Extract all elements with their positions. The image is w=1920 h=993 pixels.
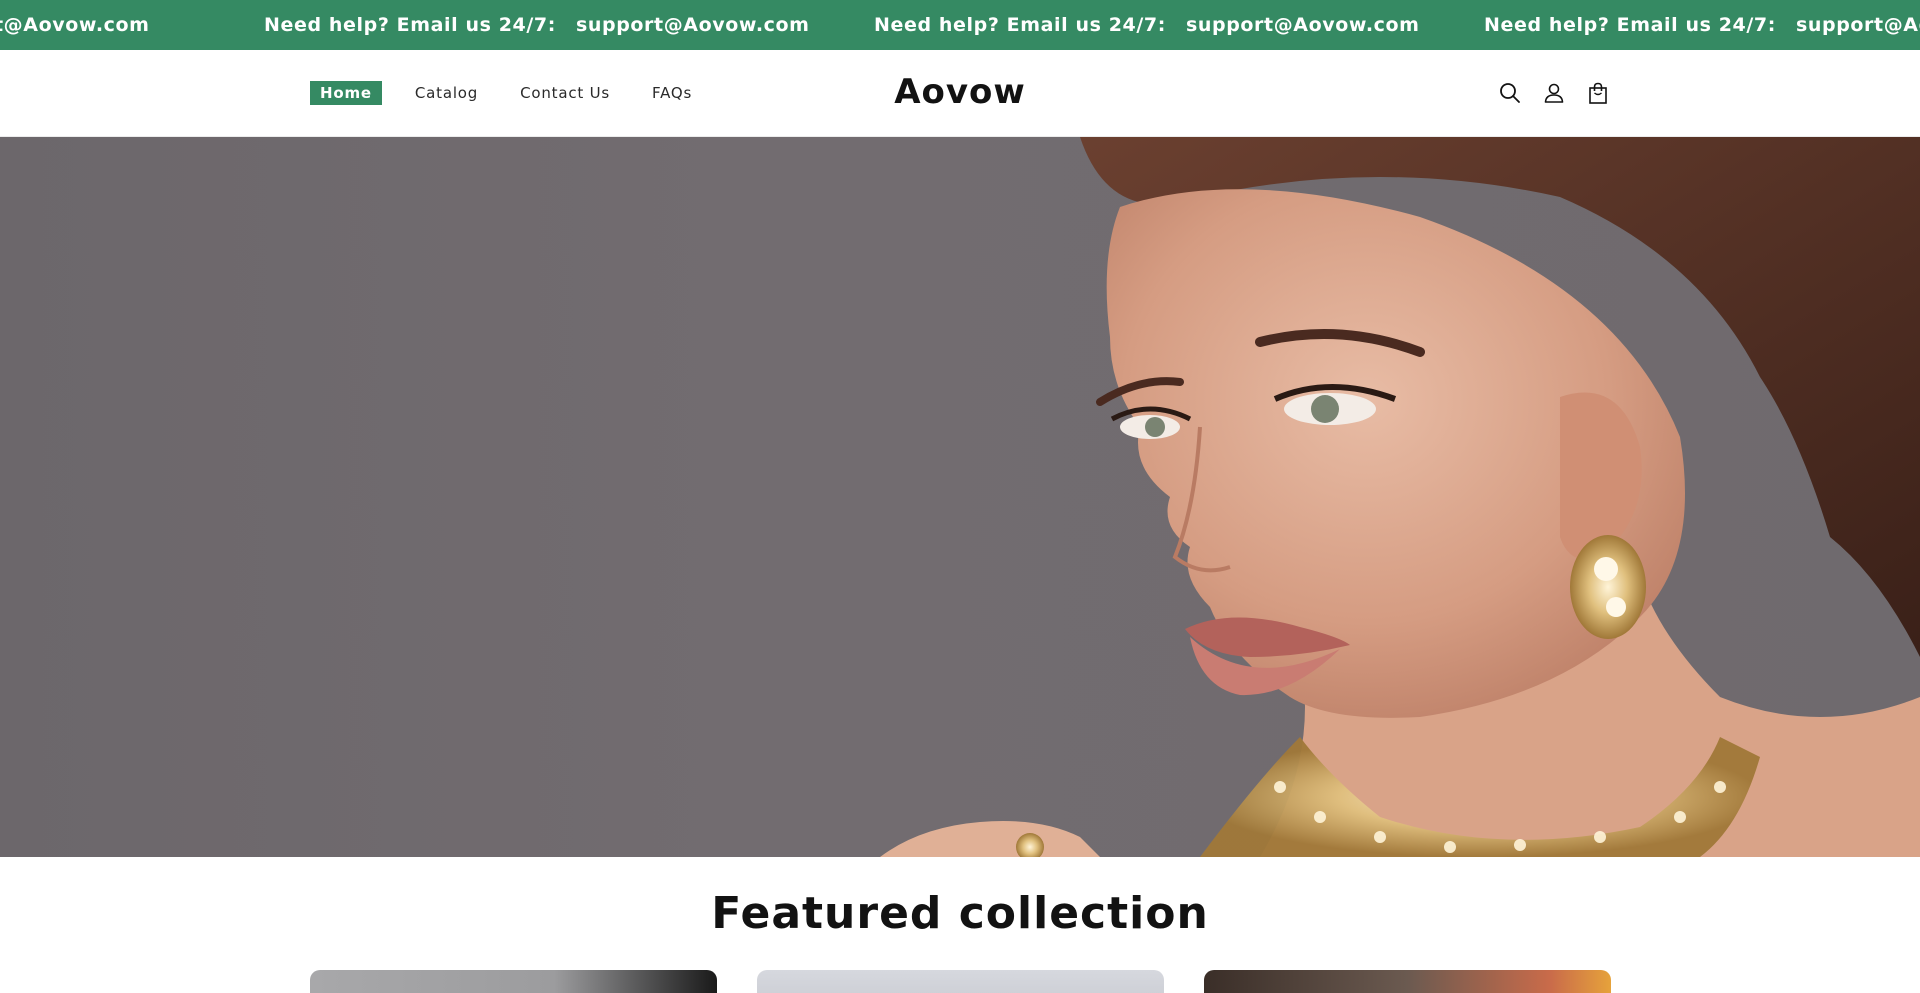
announcement-email-fragment[interactable]: t@Aovow.com — [0, 14, 150, 36]
announcement-lead: Need help? Email us 24/7: — [874, 14, 1166, 36]
nav-item-contact-us[interactable]: Contact Us — [511, 81, 619, 105]
announcement-lead: Need help? Email us 24/7: — [1484, 14, 1776, 36]
announcement-email-link[interactable]: support@Aovow.com — [1796, 14, 1920, 36]
hero-image — [880, 137, 1920, 857]
featured-collection-grid — [310, 970, 1651, 993]
announcement-email-link[interactable]: support@Aovow.com — [1186, 14, 1420, 36]
account-icon[interactable] — [1540, 79, 1568, 107]
nav-item-home[interactable]: Home — [310, 81, 382, 105]
announcement-item: Need help? Email us 24/7: support@Aovow.c… — [874, 0, 1420, 50]
announcement-lead: Need help? Email us 24/7: — [264, 14, 556, 36]
featured-collection-title: Featured collection — [711, 888, 1209, 939]
announcement-email-link[interactable]: support@Aovow.com — [576, 14, 810, 36]
nav-item-catalog[interactable]: Catalog — [406, 81, 487, 105]
main-nav: Home Catalog Contact Us FAQs — [310, 81, 725, 105]
search-icon[interactable] — [1496, 79, 1524, 107]
product-card[interactable] — [757, 970, 1164, 993]
hero-banner[interactable] — [0, 137, 1920, 857]
announcement-item: Need help? Email us 24/7: support@Aovow.c… — [1484, 0, 1920, 50]
site-logo[interactable]: Aovow — [894, 72, 1026, 112]
announcement-bar: t@Aovow.com Need help? Email us 24/7: sup… — [0, 0, 1920, 50]
announcement-item: t@Aovow.com — [0, 0, 150, 50]
site-header: Home Catalog Contact Us FAQs Aovow — [0, 50, 1920, 137]
header-icons — [1496, 79, 1628, 107]
product-card[interactable] — [310, 970, 717, 993]
product-card[interactable] — [1204, 970, 1611, 993]
logo-container: Aovow — [0, 72, 1920, 112]
cart-icon[interactable] — [1584, 79, 1612, 107]
announcement-item: Need help? Email us 24/7: support@Aovow.c… — [264, 0, 810, 50]
nav-item-faqs[interactable]: FAQs — [643, 81, 701, 105]
